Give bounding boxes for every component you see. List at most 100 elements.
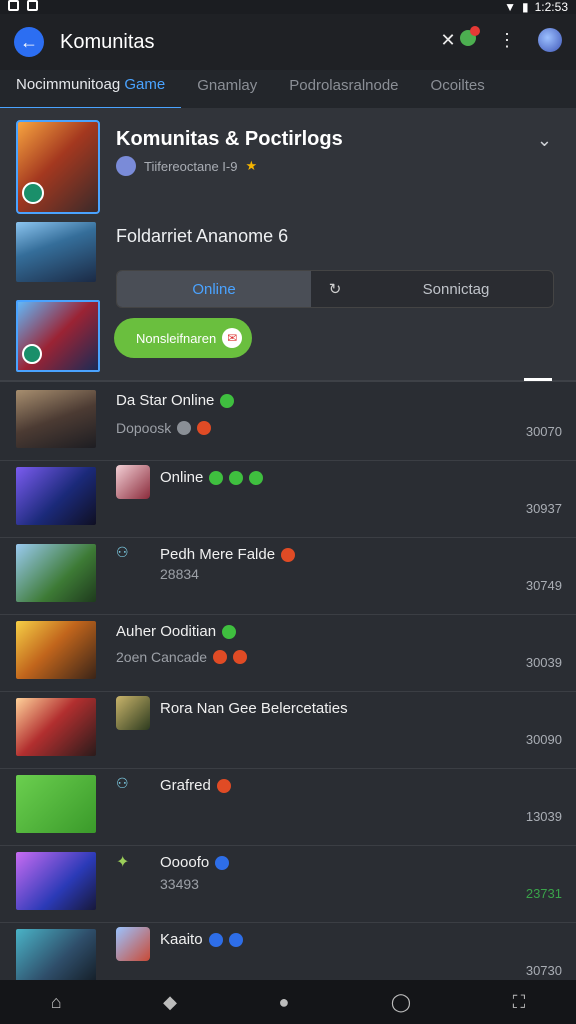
list-item-subtitle: 33493 xyxy=(160,876,199,892)
list-item-subtitle: 2oen Cancade xyxy=(116,649,208,665)
bag-icon[interactable]: ⛶ xyxy=(513,992,526,1013)
online-status-icon-2 xyxy=(229,470,244,485)
list-item[interactable]: Pedh Mere Falde ⚇ 28834 30749 xyxy=(0,538,576,615)
star-rating-icon: ★ xyxy=(245,158,258,173)
list-item-title-text: Rora Nan Gee Belercetaties xyxy=(160,700,348,717)
list-item-sub: 33493 xyxy=(160,876,199,892)
community-subtitle-row: Tiifereoctane I-9 ★ xyxy=(116,156,257,176)
list-item-title-text: Oooofo xyxy=(160,854,210,871)
status-time: 1:2:53 xyxy=(534,0,568,14)
notifications-icon: ✕ xyxy=(440,29,456,50)
app-title: Komunitas xyxy=(60,30,155,53)
list-item-title-text: Grafred xyxy=(160,777,211,794)
community-cover-image[interactable] xyxy=(16,120,100,214)
warning-icon xyxy=(213,650,228,664)
list-item[interactable]: Auher Ooditian 2oen Cancade 30039 xyxy=(0,615,576,692)
notifications-button[interactable]: ✕ xyxy=(440,25,480,51)
member-count: 30937 xyxy=(525,501,562,516)
segment-sonnictag[interactable]: Sonnictag xyxy=(359,271,553,307)
boost-icon xyxy=(208,932,223,947)
list-item-subtitle: Dopoosk xyxy=(116,420,172,436)
list-item[interactable]: Rora Nan Gee Belercetaties 30090 xyxy=(0,692,576,769)
game-banner-image[interactable] xyxy=(16,222,96,282)
tab-gnamlay[interactable]: Gnamlay xyxy=(181,70,273,108)
game-thumbnail xyxy=(16,390,96,448)
list-item-title-text: Kaaito xyxy=(160,931,203,948)
list-item-title-text: Online xyxy=(160,469,204,486)
circle-home-icon[interactable]: ● xyxy=(279,992,290,1013)
home-icon[interactable]: ⌂ xyxy=(51,992,62,1013)
list-item[interactable]: Da Star Online Dopoosk 30070 xyxy=(0,384,576,461)
online-status-icon xyxy=(222,624,237,639)
more-options-button[interactable]: ⋮ xyxy=(498,30,516,51)
players-icon: ⚇ xyxy=(116,775,129,791)
list-item[interactable]: Online 30937 xyxy=(0,461,576,538)
community-title: Komunitas & Poctirlogs xyxy=(116,128,343,150)
list-item-title-text: Da Star Online xyxy=(116,392,215,409)
app-notification-icon xyxy=(8,0,19,11)
boost-icon-2 xyxy=(228,932,243,947)
game-thumbnail xyxy=(16,698,96,756)
tab-podrolasralnode[interactable]: Podrolasralnode xyxy=(273,70,414,108)
online-segmented-control: Online ↻ Sonnictag xyxy=(116,270,554,308)
chat-badge-icon xyxy=(22,344,42,364)
list-item[interactable]: ✦ Oooofo 33493 23731 xyxy=(0,846,576,923)
member-count: 30730 xyxy=(525,963,562,978)
app-bar: ← Komunitas ✕ ⋮ xyxy=(0,14,576,70)
fire-icon xyxy=(197,421,212,435)
game-thumbnail xyxy=(16,621,96,679)
join-button[interactable]: Nonsleifnaren ✉ xyxy=(114,318,252,358)
bookmark-notification-icon xyxy=(27,0,38,11)
owner-avatar xyxy=(116,156,136,176)
list-item-sub: Dopoosk xyxy=(116,420,212,436)
chevron-down-icon[interactable]: ⌄ xyxy=(537,130,552,151)
online-status-icon xyxy=(220,393,235,408)
verified-badge-icon xyxy=(22,182,44,204)
section-divider xyxy=(0,378,576,382)
battery-icon: ▮ xyxy=(522,0,529,14)
community-header: Komunitas & Poctirlogs ⌄ Tiifereoctane I… xyxy=(0,108,576,380)
back-nav-icon[interactable]: ◆ xyxy=(163,992,177,1013)
online-status-icon xyxy=(209,470,224,485)
fire-icon xyxy=(281,547,296,562)
game-app-icon xyxy=(116,696,150,730)
tab-bar: Nocimmunitoag Game Gnamlay Podrolasralno… xyxy=(0,69,576,109)
refresh-icon[interactable]: ↻ xyxy=(311,271,359,307)
list-item[interactable]: ⚇ Grafred 13039 xyxy=(0,769,576,846)
list-item-title: Online xyxy=(160,469,264,486)
game-thumbnail xyxy=(16,775,96,833)
wifi-icon: ▼ xyxy=(504,0,517,14)
game-thumbnail xyxy=(16,467,96,525)
system-nav-bar: ⌂ ◆ ● ◯ ⛶ xyxy=(0,980,576,1024)
game-thumbnail xyxy=(16,544,96,602)
players-icon: ⚇ xyxy=(116,544,129,560)
tab-label-accent: Game xyxy=(124,76,166,93)
profile-avatar[interactable] xyxy=(538,28,562,52)
game-thumbnail xyxy=(16,929,96,987)
game-app-icon xyxy=(116,465,150,499)
tab-ocoiltes[interactable]: Ocoiltes xyxy=(415,70,501,108)
recents-icon[interactable]: ◯ xyxy=(391,992,411,1013)
member-count: 30749 xyxy=(525,578,562,593)
chat-bubble-icon: ✉ xyxy=(222,328,243,348)
game-banner-image-secondary[interactable] xyxy=(16,300,100,372)
tab-community-game[interactable]: Nocimmunitoag Game xyxy=(0,69,182,109)
scroll-indicator xyxy=(524,378,552,381)
players-icon: ✦ xyxy=(116,854,130,871)
online-status-icon-3 xyxy=(249,470,264,485)
list-item-subtitle: 28834 xyxy=(160,566,199,582)
community-list: Da Star Online Dopoosk 30070 Online 3093… xyxy=(0,384,576,1000)
segment-online[interactable]: Online xyxy=(117,271,311,307)
list-item-title: Da Star Online xyxy=(116,392,235,409)
join-button-label: Nonsleifnaren xyxy=(136,330,217,346)
tab-label: Nocimmunitoag xyxy=(16,76,121,93)
list-item-sub: 2oen Cancade xyxy=(116,649,248,665)
game-thumbnail xyxy=(16,852,96,910)
list-item-title: Oooofo xyxy=(160,854,230,871)
list-item-title-text: Auher Ooditian xyxy=(116,623,217,640)
list-item-sub: 28834 xyxy=(160,566,199,582)
back-arrow-icon: ← xyxy=(20,31,38,52)
back-button[interactable]: ← xyxy=(14,27,44,57)
section-label: Foldarriet Ananome 6 xyxy=(116,226,289,246)
community-subtitle: Tiifereoctane I-9 xyxy=(144,158,238,174)
